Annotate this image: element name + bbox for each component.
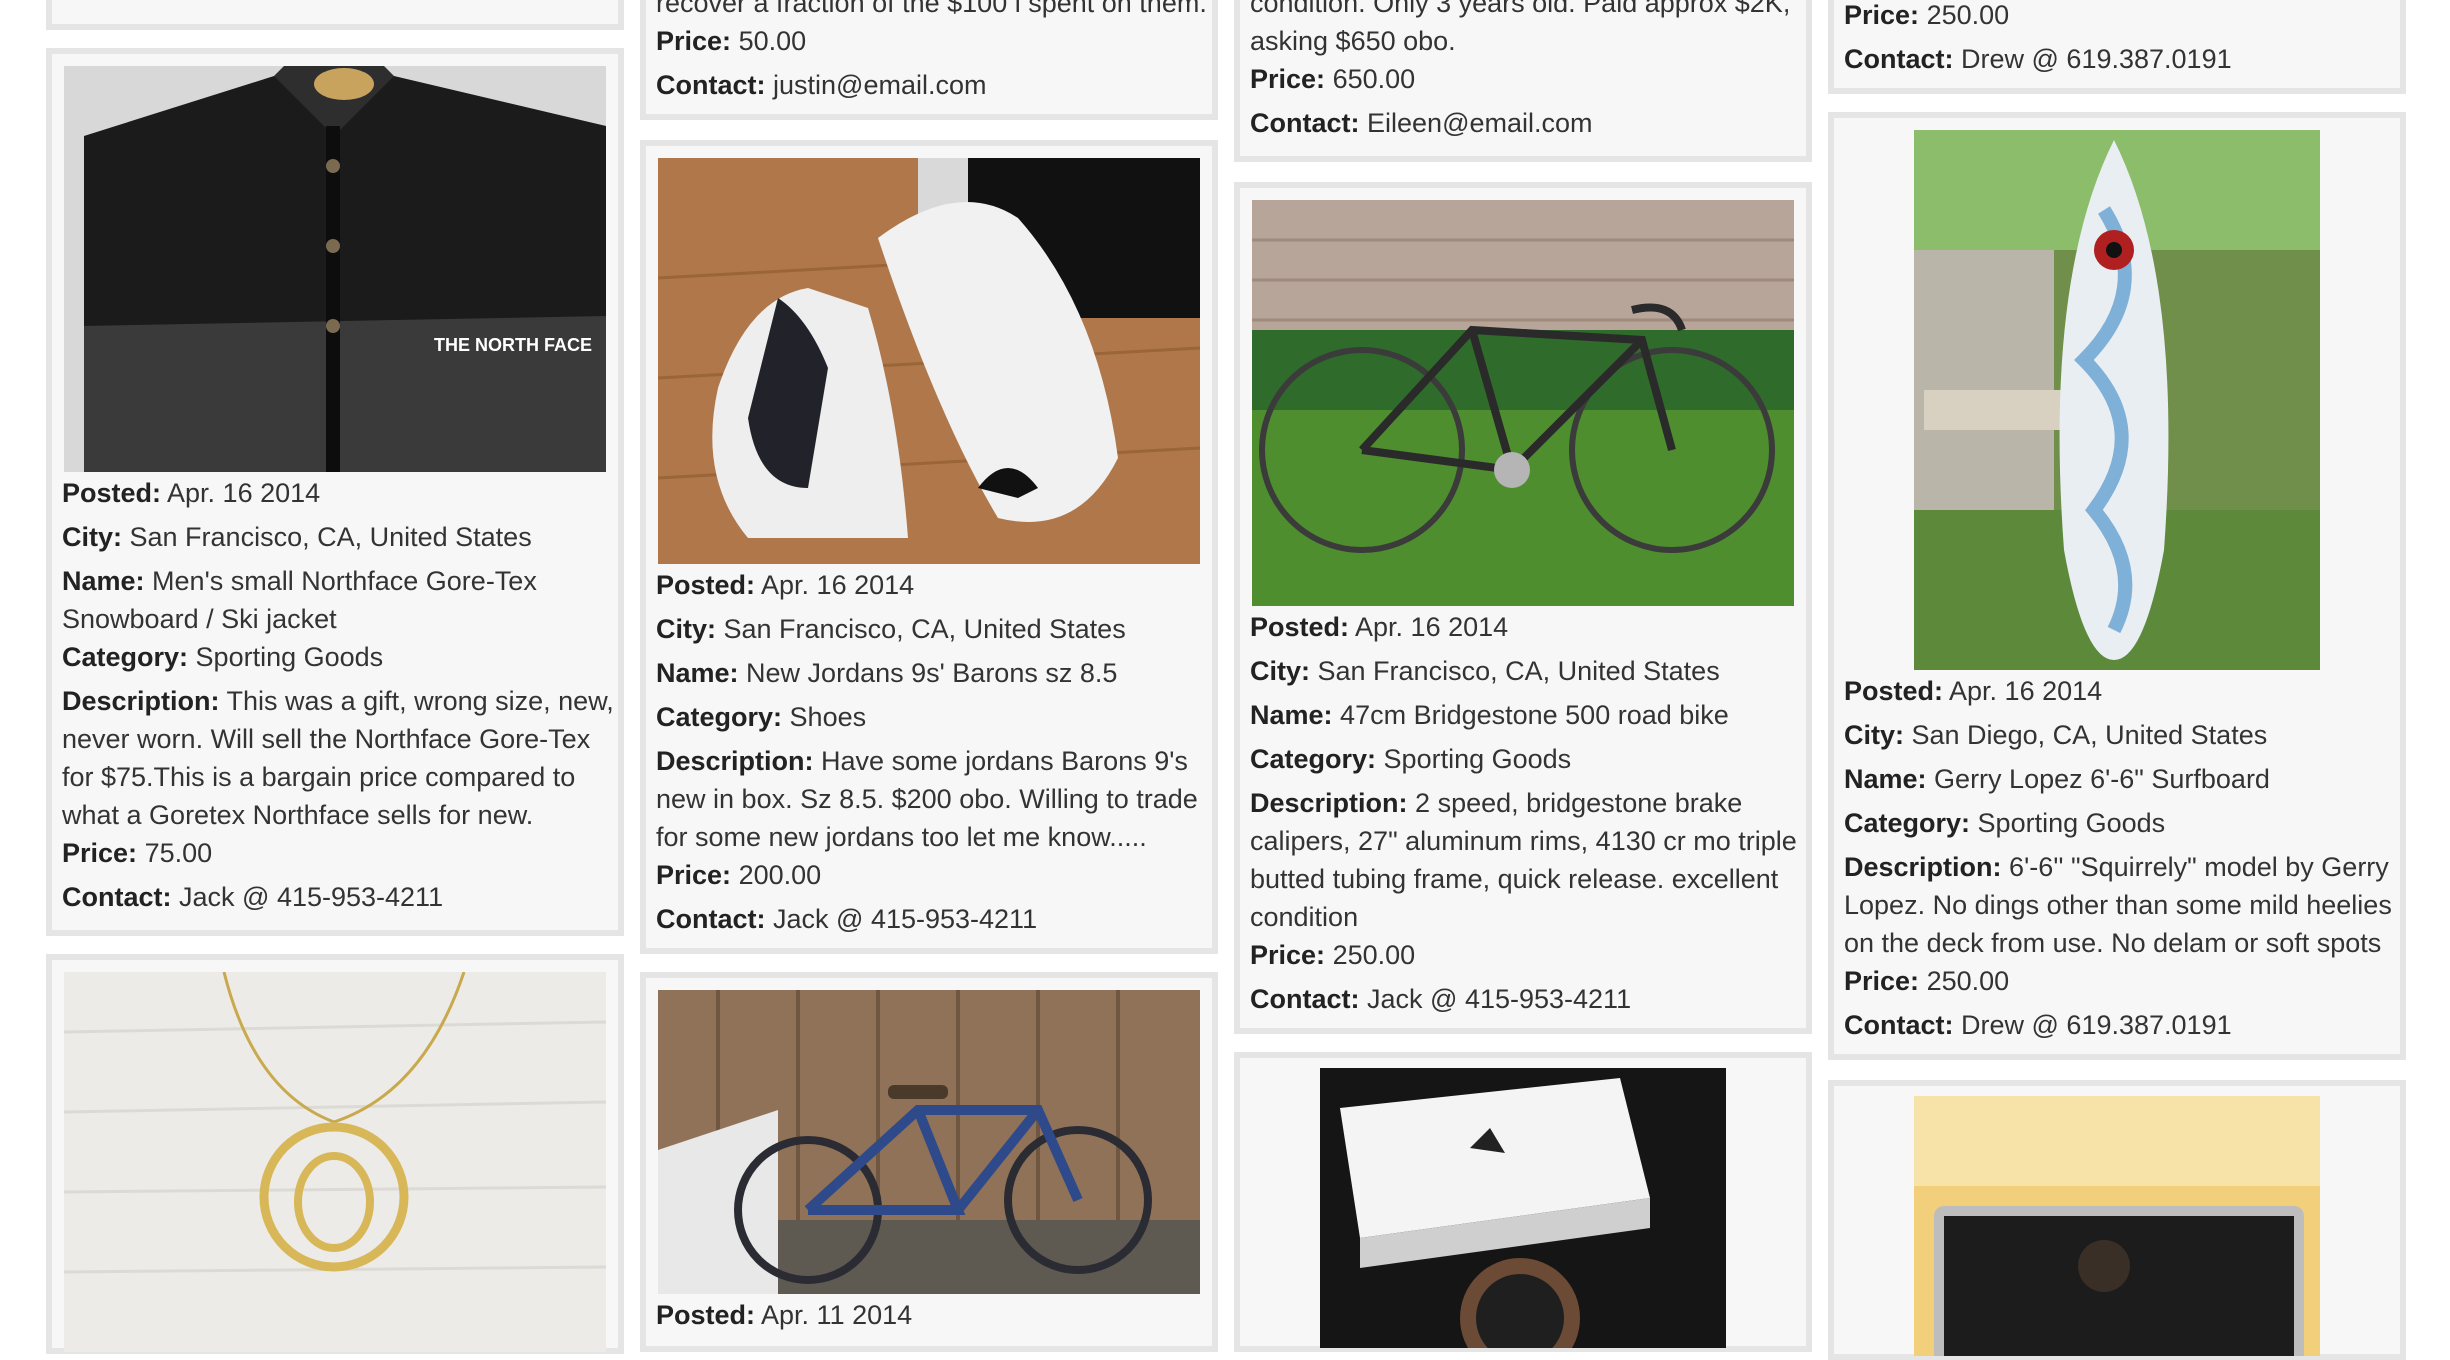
description-row: Description: 2 speed, bridgestone brake <box>1250 788 1743 818</box>
posted-row: Posted: Apr. 16 2014 <box>1844 676 2103 706</box>
north-face-logo-text: THE NORTH FACE <box>434 335 592 355</box>
description-row-cont: butted tubing frame, quick release. exce… <box>1250 864 1779 894</box>
listing-card-watch[interactable] <box>1234 1052 1812 1352</box>
listing-card-jacket[interactable]: THE NORTH FACE Posted: Apr. 16 2014 City… <box>46 48 624 936</box>
city-row: City: San Francisco, CA, United States <box>62 522 532 552</box>
description-row-cont: for some new jordans too let me know....… <box>656 822 1147 852</box>
category-row: Category: Sporting Goods <box>1250 744 1572 774</box>
city-row: City: San Francisco, CA, United States <box>656 614 1126 644</box>
nixon-watch-box-photo[interactable] <box>1320 1068 1726 1348</box>
north-face-jacket-photo[interactable]: THE NORTH FACE <box>64 66 606 472</box>
contact-row: Contact: Jack @ 415-953-4211 <box>1250 984 1632 1014</box>
laptop-photo[interactable] <box>1914 1096 2320 1356</box>
description-row-cont: calipers, 27" aluminum rims, 4130 cr mo … <box>1250 826 1797 856</box>
description-row-cont: Lopez. No dings other than some mild hee… <box>1844 890 2392 920</box>
description-row-cont: new in box. Sz 8.5. $200 obo. Willing to… <box>656 784 1198 814</box>
posted-row: Posted: Apr. 11 2014 <box>656 1300 913 1330</box>
listing-card-blue-bike[interactable]: Posted: Apr. 11 2014 <box>640 972 1218 1352</box>
contact-row: Contact: Drew @ 619.387.0191 <box>1844 1010 2232 1040</box>
category-row: Category: Sporting Goods <box>62 642 384 672</box>
listing-card-top-col3[interactable]: condition. Only 3 years old. Paid approx… <box>1234 0 1812 162</box>
description-row-cont: asking $650 obo. <box>1250 26 1456 56</box>
listing-card-road-bike[interactable]: Posted: Apr. 16 2014 City: San Francisco… <box>1234 182 1812 1034</box>
name-row-cont: Snowboard / Ski jacket <box>62 604 337 634</box>
blue-bicycle-photo[interactable] <box>658 990 1200 1294</box>
price-row: Price: 50.00 <box>656 26 807 56</box>
surfboard-photo[interactable] <box>1914 130 2320 670</box>
description-row-cont: condition. Only 3 years old. Paid approx… <box>1250 0 1791 18</box>
contact-row: Contact: justin@email.com <box>656 70 987 100</box>
contact-row: Contact: Jack @ 415-953-4211 <box>62 882 444 912</box>
listing-card-laptop[interactable] <box>1828 1080 2406 1360</box>
description-row-cont: never worn. Will sell the Northface Gore… <box>62 724 591 754</box>
jordan-sneakers-photo[interactable] <box>658 158 1200 564</box>
road-bike-photo[interactable] <box>1252 200 1794 606</box>
price-row: Price: 250.00 <box>1844 0 2010 30</box>
listing-card-jordans[interactable]: Posted: Apr. 16 2014 City: San Francisco… <box>640 140 1218 954</box>
category-row: Category: Sporting Goods <box>1844 808 2166 838</box>
description-row-cont: on the deck from use. No delam or soft s… <box>1844 928 2382 958</box>
category-row: Category: Shoes <box>656 702 867 732</box>
description-row-cont: for $75.This is a bargain price compared… <box>62 762 576 792</box>
listing-card-top-col1[interactable] <box>46 0 624 30</box>
city-row: City: San Diego, CA, United States <box>1844 720 2268 750</box>
price-row: Price: 75.00 <box>62 838 213 868</box>
contact-row: Contact: Eileen@email.com <box>1250 108 1593 138</box>
city-row: City: San Francisco, CA, United States <box>1250 656 1720 686</box>
description-row-cont: what a Goretex Northface sells for new. <box>62 800 534 830</box>
description-row-cont: condition <box>1250 902 1359 932</box>
description-row: Description: 6'-6'' "Squirrely" model by… <box>1844 852 2389 882</box>
listing-card-top-col4[interactable]: Price: 250.00 Contact: Drew @ 619.387.01… <box>1828 0 2406 94</box>
name-row: Name: 47cm Bridgestone 500 road bike <box>1250 700 1729 730</box>
posted-row: Posted: Apr. 16 2014 <box>62 478 321 508</box>
listing-card-necklace[interactable] <box>46 954 624 1354</box>
listing-card-surfboard[interactable]: Posted: Apr. 16 2014 City: San Diego, CA… <box>1828 112 2406 1060</box>
gold-necklace-photo[interactable] <box>64 972 606 1352</box>
price-row: Price: 200.00 <box>656 860 822 890</box>
description-row: Description: This was a gift, wrong size… <box>62 686 614 716</box>
contact-row: Contact: Jack @ 415-953-4211 <box>656 904 1038 934</box>
price-row: Price: 650.00 <box>1250 64 1416 94</box>
price-row: Price: 250.00 <box>1250 940 1416 970</box>
posted-row: Posted: Apr. 16 2014 <box>656 570 915 600</box>
contact-row: Contact: Drew @ 619.387.0191 <box>1844 44 2232 74</box>
description-row: Description: Have some jordans Barons 9'… <box>656 746 1188 776</box>
name-row: Name: Gerry Lopez 6'-6" Surfboard <box>1844 764 2270 794</box>
listing-card-top-col2[interactable]: recover a fraction of the $100 i spent o… <box>640 0 1218 120</box>
name-row: Name: Men's small Northface Gore-Tex <box>62 566 537 596</box>
posted-row: Posted: Apr. 16 2014 <box>1250 612 1509 642</box>
name-row: Name: New Jordans 9s' Barons sz 8.5 <box>656 658 1118 688</box>
description-row-cont: recover a fraction of the $100 i spent o… <box>656 0 1207 18</box>
price-row: Price: 250.00 <box>1844 966 2010 996</box>
